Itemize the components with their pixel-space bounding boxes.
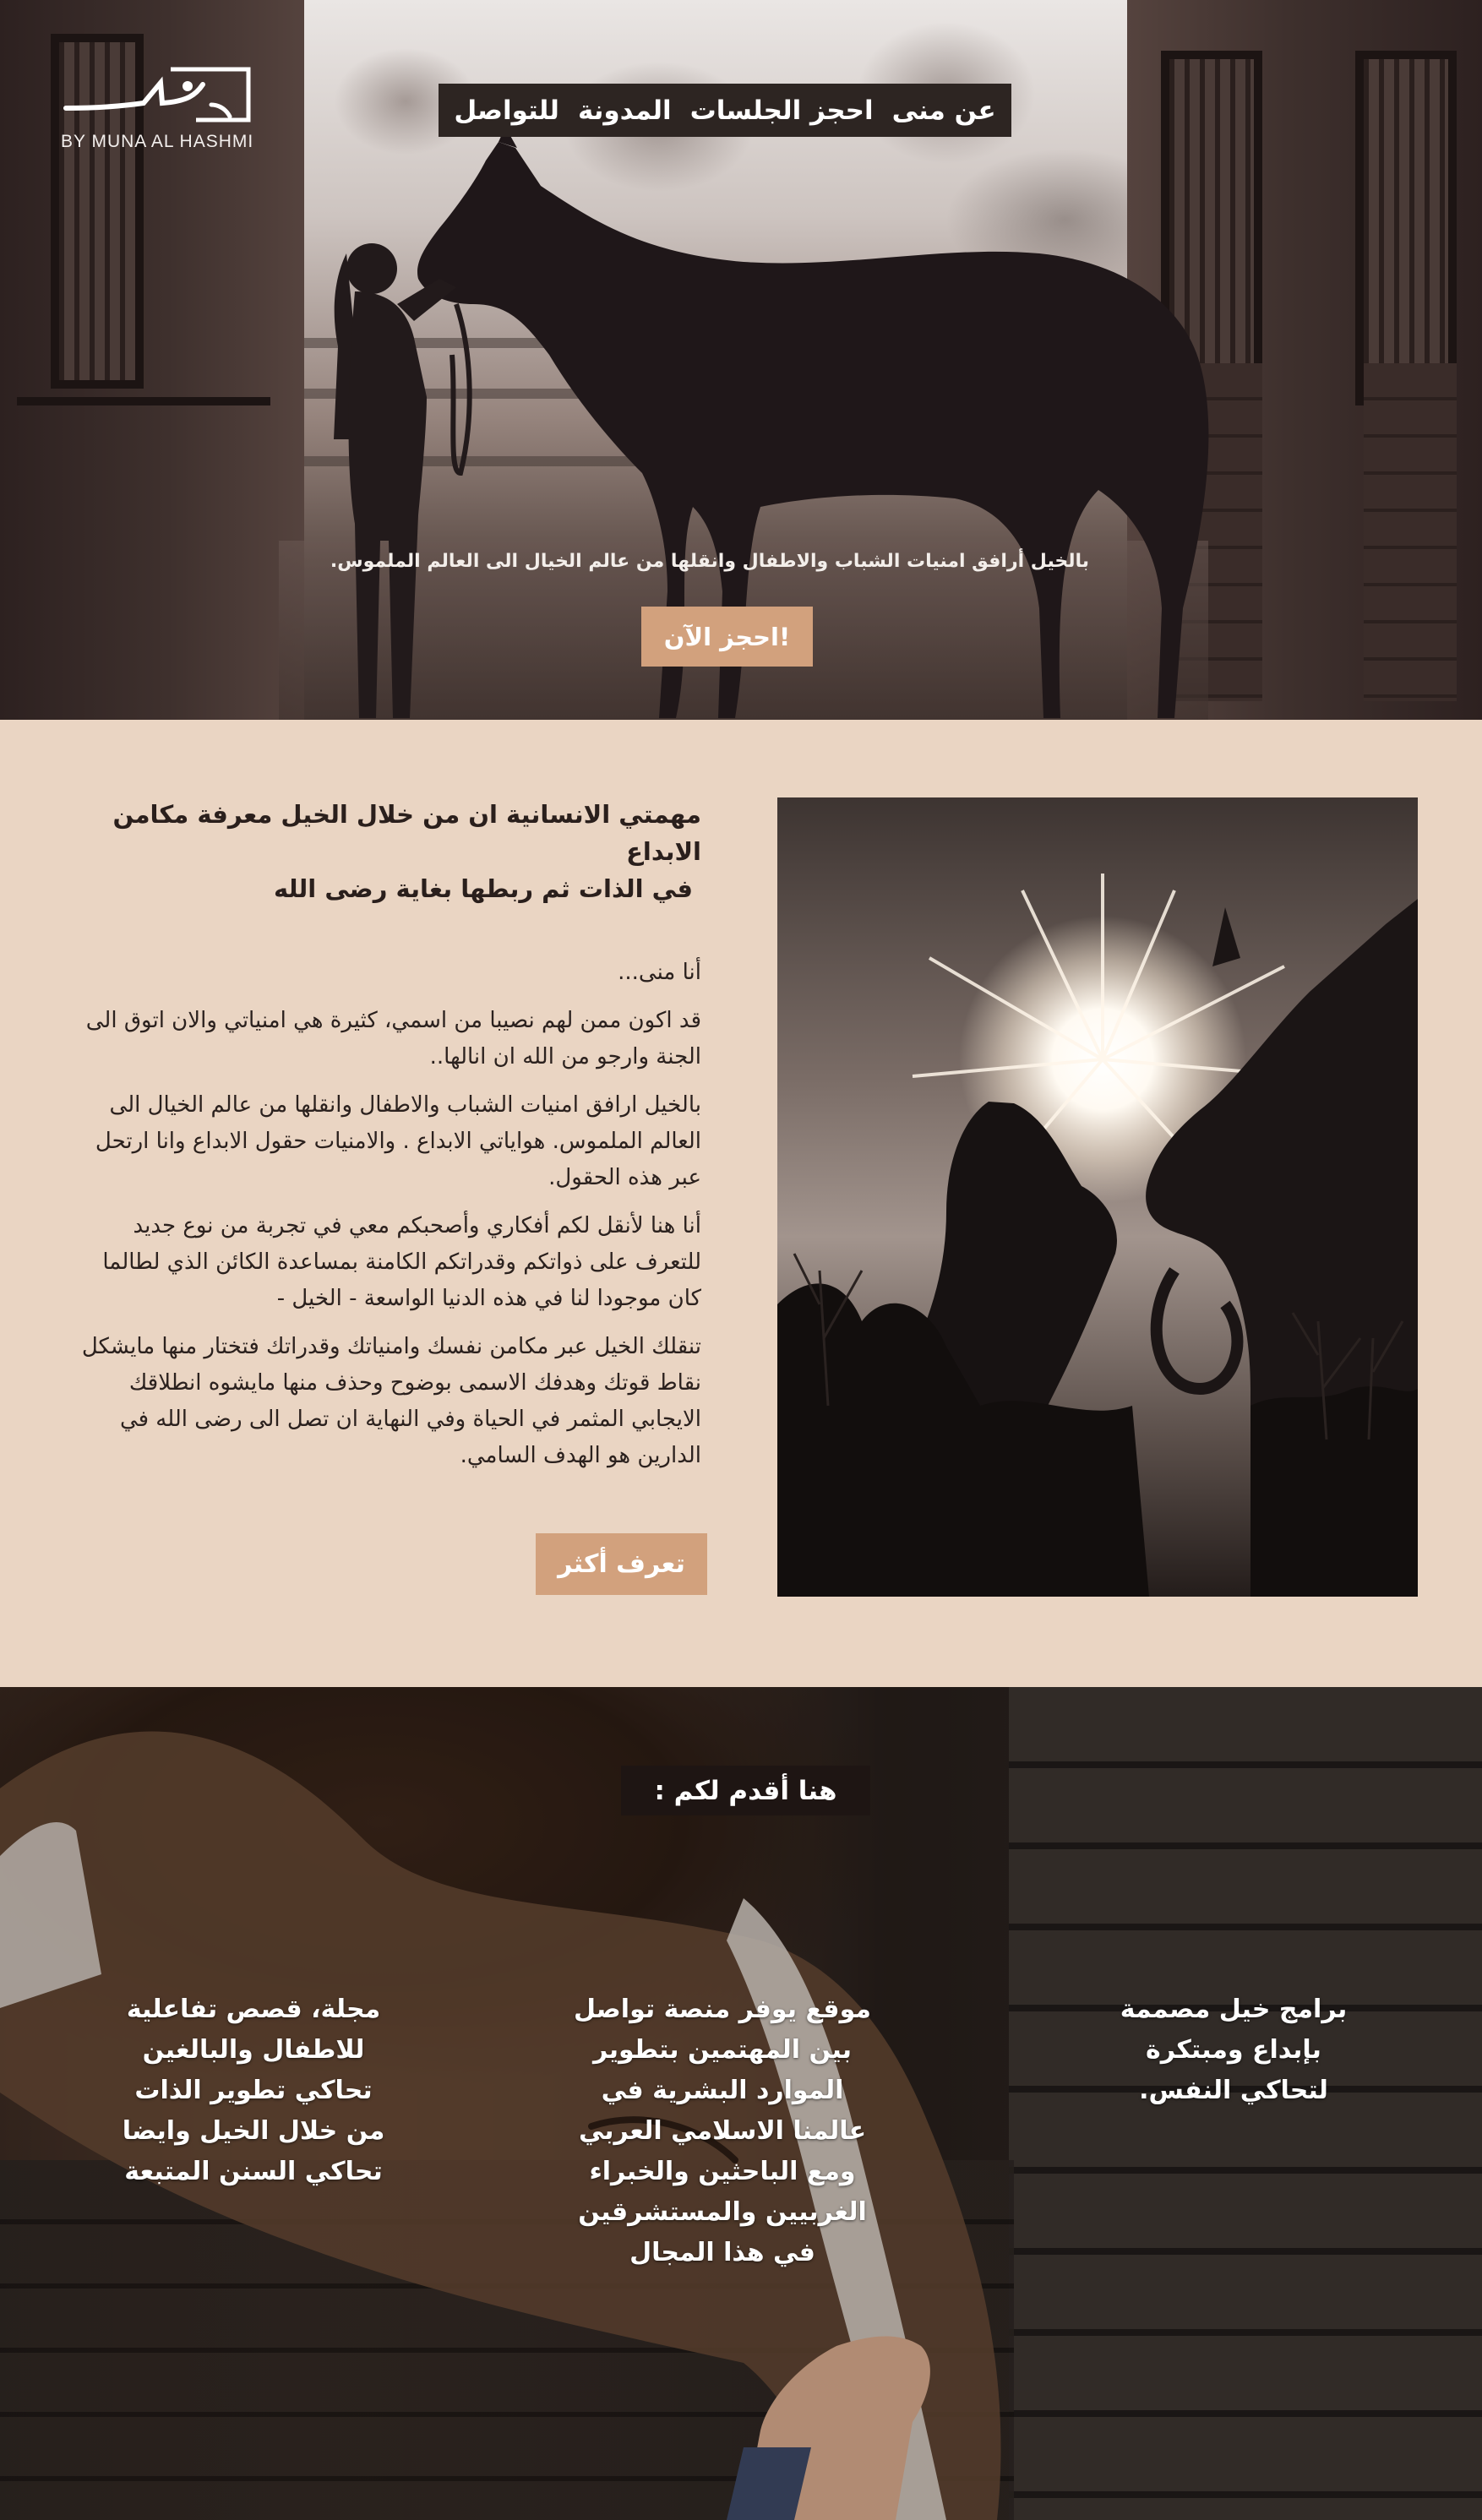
- service-platform: موقع يوفر منصة تواصل بين المهتمين بتطوير…: [562, 1989, 883, 2273]
- brand-logo[interactable]: BY MUNA AL HASHMI: [61, 61, 255, 152]
- service-line: عالمنا الاسلامي العربي: [578, 2116, 867, 2146]
- about-paragraph: قد اكون ممن لهم نصيبا من اسمي، كثيرة هي …: [85, 1008, 701, 1070]
- mission-heading-line: في الذات ثم ربطها بغاية رضى الله: [273, 874, 693, 903]
- sunset-horse-illustration: [777, 874, 1418, 1597]
- about-intro: أنا منى...: [618, 960, 701, 985]
- brand-logo-mark: [63, 67, 251, 122]
- service-line: تحاكي السنن المتبعة: [124, 2157, 383, 2186]
- sunset-horse-photo: [777, 797, 1418, 1597]
- service-line: ومع الباحثين والخبراء: [589, 2157, 856, 2186]
- brand-tagline: BY MUNA AL HASHMI: [61, 132, 254, 151]
- about-text-block: مهمتي الانسانية ان من خلال الخيل معرفة م…: [74, 796, 701, 1486]
- about-section: مهمتي الانسانية ان من خلال الخيل معرفة م…: [0, 720, 1482, 1687]
- service-horse-programs: برامج خيل مصممة بإبداع ومبتكرة لتحاكي ال…: [1107, 1989, 1360, 2111]
- nav-item-blog[interactable]: المدونة: [578, 95, 672, 126]
- hero-section: BY MUNA AL HASHMI للتواصل المدونة احجز ا…: [0, 0, 1482, 720]
- service-line: الموارد البشرية في: [601, 2076, 844, 2105]
- services-title: هنا أقدم لكم :: [621, 1766, 870, 1815]
- about-paragraphs: أنا منى... قد اكون ممن لهم نصيبا من اسمي…: [74, 955, 701, 1474]
- service-line: برامج خيل مصممة: [1120, 1995, 1348, 2024]
- about-paragraph: أنا هنا لأنقل لكم أفكاري وأصحبكم معي في …: [102, 1213, 701, 1311]
- hero-tagline: بالخيل أرافق امنيات الشباب والاطفال وانق…: [330, 551, 1090, 572]
- service-line: في هذا المجال: [629, 2238, 815, 2267]
- service-line: بإبداع ومبتكرة: [1146, 2035, 1321, 2065]
- service-magazine: مجلة، قصص تفاعلية للاطفال والبالغين تحاك…: [93, 1989, 414, 2192]
- service-line: تحاكي تطوير الذات: [134, 2076, 373, 2105]
- service-line: لتحاكي النفس.: [1139, 2076, 1328, 2105]
- service-line: الغربيين والمستشرقين: [578, 2197, 867, 2227]
- nav-item-about[interactable]: عن منى: [892, 95, 996, 126]
- mission-heading-line: مهمتي الانسانية ان من خلال الخيل معرفة م…: [112, 800, 701, 866]
- about-paragraph: بالخيل ارافق امنيات الشباب والاطفال وانق…: [95, 1092, 701, 1190]
- book-now-button[interactable]: احجز الآن!: [641, 607, 813, 667]
- services-section: هنا أقدم لكم : برامج خيل مصممة بإبداع وم…: [0, 1687, 1482, 2520]
- nav-item-contact[interactable]: للتواصل: [454, 95, 559, 126]
- learn-more-button[interactable]: تعرف أكثر: [536, 1533, 707, 1595]
- service-line: بين المهتمين بتطوير: [593, 2035, 852, 2065]
- service-line: للاطفال والبالغين: [142, 2035, 365, 2065]
- service-line: موقع يوفر منصة تواصل: [574, 1995, 871, 2024]
- main-nav: للتواصل المدونة احجز الجلسات عن منى: [439, 84, 1011, 137]
- about-paragraph: تنقلك الخيل عبر مكامن نفسك وامنياتك وقدر…: [81, 1334, 701, 1468]
- service-line: من خلال الخيل وايضا: [122, 2116, 385, 2146]
- service-line: مجلة، قصص تفاعلية: [126, 1995, 381, 2024]
- mission-heading: مهمتي الانسانية ان من خلال الخيل معرفة م…: [74, 796, 701, 907]
- nav-item-book-sessions[interactable]: احجز الجلسات: [690, 95, 874, 126]
